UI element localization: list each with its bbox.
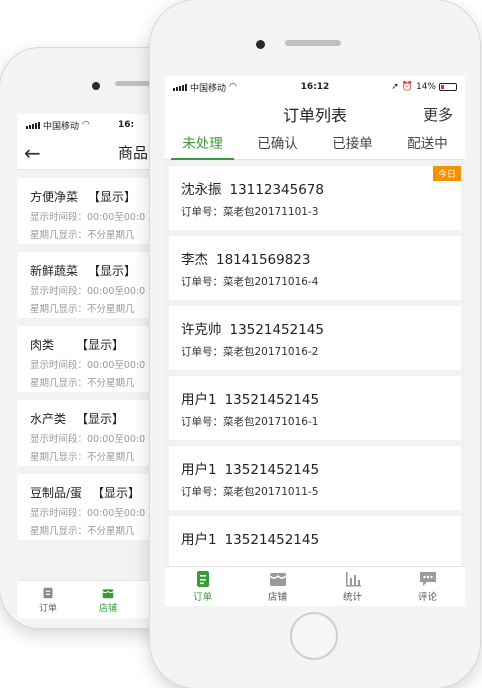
tab-label: 店铺	[267, 592, 287, 603]
tab-label: 统计	[342, 592, 362, 603]
tab-store[interactable]: 店铺	[78, 581, 138, 618]
order-card[interactable]: 李杰 18141569823 订单号：菜老包20171016-4	[169, 236, 461, 300]
order-no-label: 订单号：	[181, 276, 223, 288]
order-no: 菜老包20171016-2	[223, 346, 319, 358]
tab-order[interactable]: 订单	[165, 567, 240, 606]
today-badge: 今日	[432, 166, 461, 181]
comment-icon	[419, 572, 436, 586]
signal-icon	[26, 121, 40, 129]
alarm-icon: ⏰	[401, 82, 413, 92]
carrier-label: 中国移动	[43, 121, 80, 132]
category-name: 方便净菜	[30, 190, 79, 204]
category-tag: 【显示】	[76, 338, 125, 352]
order-card[interactable]: 今日 沈永振 13112345678 订单号：菜老包20171101-3	[169, 166, 461, 230]
category-tag: 【显示】	[88, 264, 137, 278]
order-card[interactable]: 用户1 13521452145 订单号：菜老包20171011-5	[169, 446, 461, 510]
tab-order[interactable]: 订单	[18, 581, 78, 618]
customer-name: 用户1	[181, 462, 217, 478]
store-icon	[268, 573, 287, 586]
status-time: 16:	[118, 120, 135, 130]
page-title: 订单列表	[282, 106, 347, 125]
nav-bar: 订单列表 更多	[165, 98, 465, 130]
status-bar: 中国移动 ◠ 16:12 ➚ ⏰ 14%	[165, 76, 465, 98]
tab-label: 订单	[192, 592, 212, 603]
customer-name: 沈永振	[181, 182, 222, 198]
customer-name: 用户1	[181, 532, 217, 548]
speaker-grille	[285, 40, 341, 46]
battery-level: 14%	[415, 82, 436, 92]
location-icon: ➚	[391, 82, 399, 92]
order-no: 菜老包20171101-3	[223, 206, 319, 218]
front-screen: 中国移动 ◠ 16:12 ➚ ⏰ 14% 订单列表 更多 未处理 已确认 已接单…	[165, 76, 465, 606]
customer-name: 许克帅	[181, 322, 222, 338]
wifi-icon: ◠	[82, 120, 90, 130]
category-name: 豆制品/蛋	[30, 486, 83, 500]
status-tabs: 未处理 已确认 已接单 配送中	[165, 130, 465, 160]
order-no: 菜老包20171016-4	[223, 276, 319, 288]
more-button[interactable]: 更多	[423, 104, 453, 125]
customer-phone: 13521452145	[229, 322, 324, 338]
tab-store[interactable]: 店铺	[240, 567, 315, 606]
tab-comment[interactable]: 评论	[390, 567, 465, 606]
tab-label: 订单	[38, 604, 57, 614]
tab-accepted[interactable]: 已接单	[315, 130, 390, 159]
category-name: 水产类	[30, 412, 67, 426]
customer-name: 李杰	[181, 252, 208, 268]
order-icon	[196, 571, 209, 587]
customer-phone: 18141569823	[216, 252, 311, 268]
back-arrow-icon[interactable]: ←	[18, 141, 48, 165]
tab-stats[interactable]: 统计	[315, 567, 390, 606]
tab-delivering[interactable]: 配送中	[390, 130, 465, 159]
stats-icon	[345, 572, 361, 587]
camera-icon	[256, 40, 265, 49]
category-tag: 【显示】	[92, 486, 141, 500]
home-button[interactable]	[290, 612, 338, 660]
customer-phone: 13521452145	[224, 392, 320, 408]
order-icon	[43, 587, 53, 599]
order-no-label: 订单号：	[181, 486, 223, 498]
order-list: 今日 沈永振 13112345678 订单号：菜老包20171101-3 李杰 18…	[165, 160, 465, 580]
customer-phone: 13521452145	[224, 532, 320, 548]
order-card[interactable]: 用户1 13521452145 订单号：菜老包20171016-1	[169, 376, 461, 440]
customer-phone: 13521452145	[224, 462, 320, 478]
order-no: 菜老包20171016-1	[223, 416, 319, 428]
category-tag: 【显示】	[88, 190, 137, 204]
battery-icon	[439, 83, 457, 91]
customer-name: 用户1	[181, 392, 217, 408]
order-card[interactable]: 许克帅 13521452145 订单号：菜老包20171016-2	[169, 306, 461, 370]
order-no-label: 订单号：	[181, 206, 223, 218]
tab-confirmed[interactable]: 已确认	[240, 130, 315, 159]
order-no-label: 订单号：	[181, 416, 223, 428]
category-name: 肉类	[30, 338, 55, 352]
order-no-label: 订单号：	[181, 346, 223, 358]
camera-icon	[92, 82, 100, 90]
category-name: 新鲜蔬菜	[30, 264, 79, 278]
order-no: 菜老包20171011-5	[223, 486, 319, 498]
tab-label: 评论	[417, 592, 437, 603]
store-icon	[102, 589, 114, 599]
tab-unprocessed[interactable]: 未处理	[165, 130, 240, 160]
tab-bar: 订单 店铺 统计 评论	[165, 566, 465, 606]
speaker-grille	[115, 81, 155, 86]
customer-phone: 13112345678	[229, 182, 324, 198]
front-phone-frame: 中国移动 ◠ 16:12 ➚ ⏰ 14% 订单列表 更多 未处理 已确认 已接单…	[150, 0, 480, 688]
tab-label: 店铺	[98, 604, 117, 614]
category-tag: 【显示】	[76, 412, 125, 426]
